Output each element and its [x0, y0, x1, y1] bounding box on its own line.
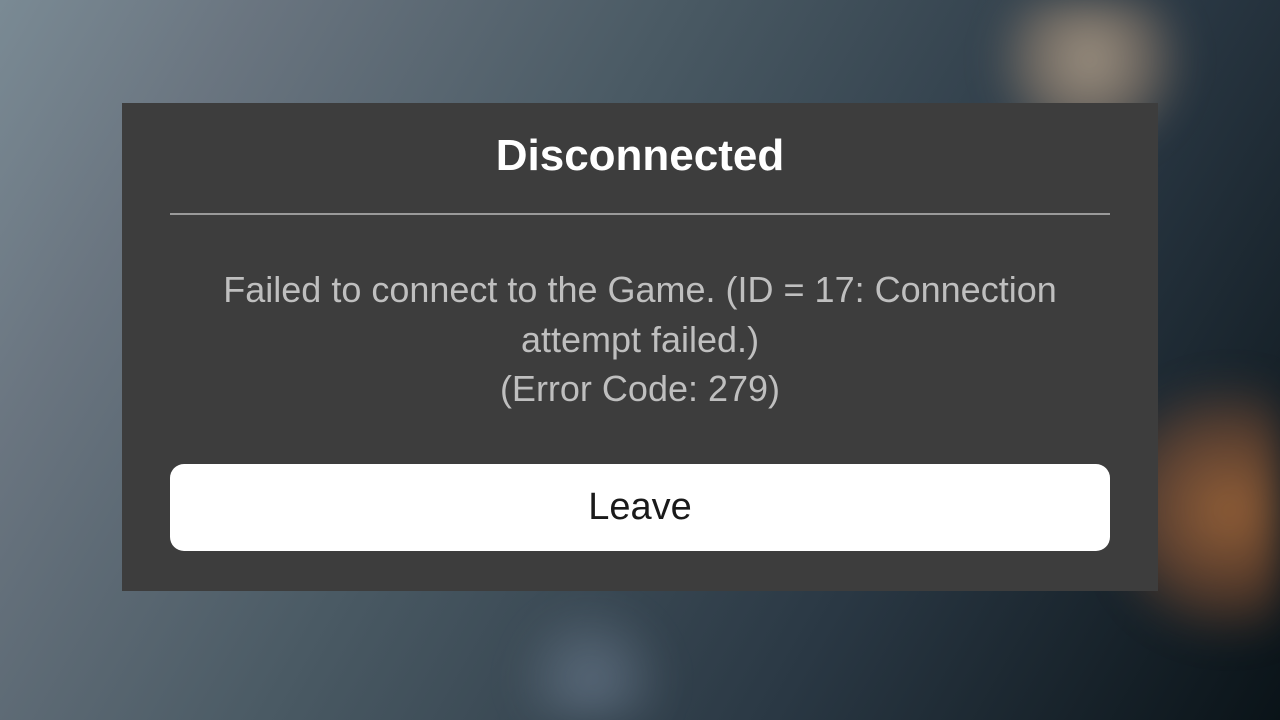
leave-button[interactable]: Leave [170, 464, 1110, 551]
disconnect-dialog: Disconnected Failed to connect to the Ga… [122, 103, 1158, 591]
divider [170, 213, 1110, 215]
dialog-title: Disconnected [496, 131, 785, 201]
bokeh-light [512, 600, 672, 720]
dialog-message: Failed to connect to the Game. (ID = 17:… [180, 265, 1100, 414]
